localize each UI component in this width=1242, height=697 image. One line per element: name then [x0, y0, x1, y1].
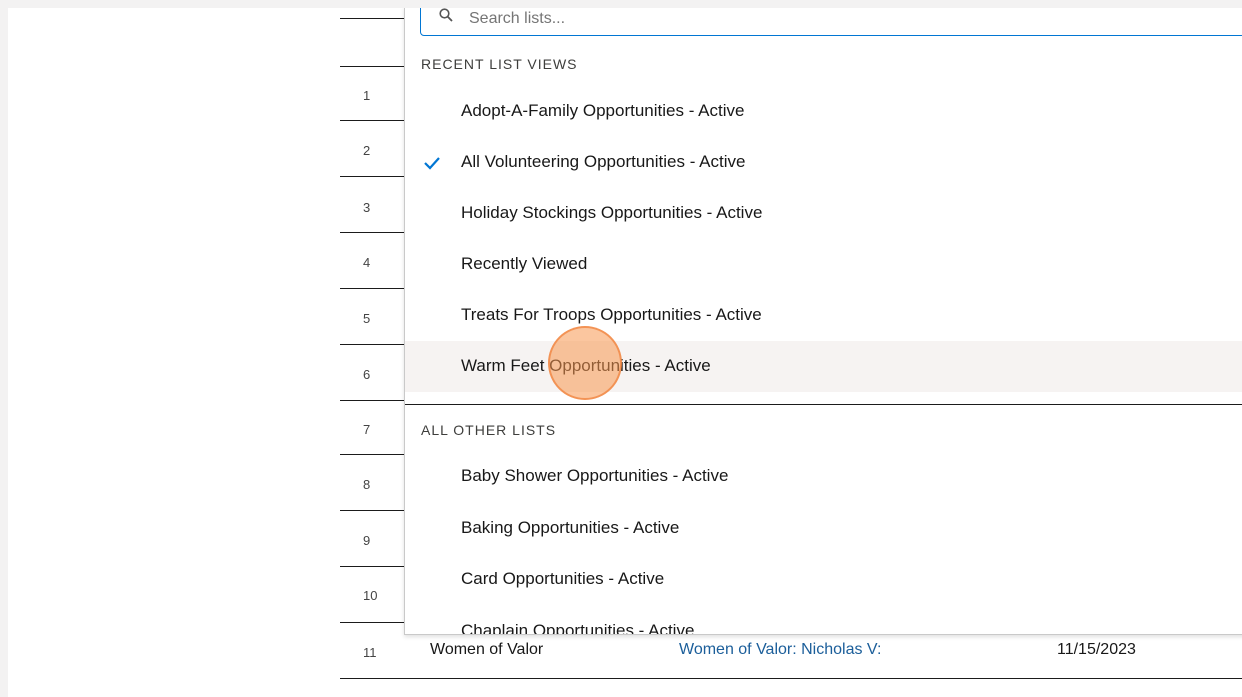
row-number: 7 [363, 422, 371, 437]
list-view-page: 1 2 3 4 5 6 7 8 9 10 11 Women of Valor W… [8, 8, 1242, 697]
list-option-label: Recently Viewed [461, 254, 588, 273]
row-number: 1 [363, 88, 371, 103]
row-number: 9 [363, 533, 371, 548]
check-icon [424, 157, 440, 170]
row-opportunity-link[interactable]: Women of Valor: Nicholas V: [679, 641, 881, 659]
row-number: 8 [363, 477, 371, 492]
all-other-lists-header: ALL OTHER LISTS [421, 422, 557, 438]
list-option-label: Chaplain Opportunities - Active [461, 621, 695, 635]
row-number: 5 [363, 311, 371, 326]
row-name-cell: Women of Valor [430, 641, 544, 658]
list-option-all-volunteering[interactable]: All Volunteering Opportunities - Active [405, 137, 1242, 188]
list-option-label: All Volunteering Opportunities - Active [461, 152, 746, 171]
list-option-recently-viewed[interactable]: Recently Viewed [405, 239, 1242, 290]
click-indicator [548, 326, 622, 400]
recent-list-views-header: RECENT LIST VIEWS [421, 56, 578, 72]
list-option-treats-for-troops[interactable]: Treats For Troops Opportunities - Active [405, 290, 1242, 341]
row-number: 11 [363, 645, 377, 660]
search-icon [439, 8, 453, 22]
list-view-dropdown: RECENT LIST VIEWS Adopt-A-Family Opportu… [404, 8, 1242, 635]
row-number: 4 [363, 255, 371, 270]
row-number: 2 [363, 143, 371, 158]
list-option-baking[interactable]: Baking Opportunities - Active [405, 503, 1242, 554]
section-divider [405, 404, 1242, 405]
list-option-label: Holiday Stockings Opportunities - Active [461, 203, 763, 222]
row-number: 6 [363, 367, 371, 382]
list-option-label: Baking Opportunities - Active [461, 518, 680, 537]
search-box[interactable] [420, 8, 1242, 36]
list-option-label: Treats For Troops Opportunities - Active [461, 305, 762, 324]
list-option-label: Baby Shower Opportunities - Active [461, 466, 729, 485]
list-option-adopt-a-family[interactable]: Adopt-A-Family Opportunities - Active [405, 86, 1242, 137]
list-option-baby-shower[interactable]: Baby Shower Opportunities - Active [405, 451, 1242, 502]
list-option-warm-feet[interactable]: Warm Feet Opportunities - Active [405, 341, 1242, 392]
row-number: 3 [363, 200, 371, 215]
row-number: 10 [363, 588, 378, 603]
list-option-card[interactable]: Card Opportunities - Active [405, 554, 1242, 605]
list-option-holiday-stockings[interactable]: Holiday Stockings Opportunities - Active [405, 188, 1242, 239]
row-date-cell: 11/15/2023 [1057, 641, 1136, 658]
search-input[interactable] [467, 8, 971, 31]
list-option-label: Card Opportunities - Active [461, 569, 665, 588]
list-option-label: Adopt-A-Family Opportunities - Active [461, 101, 745, 120]
list-option-chaplain[interactable]: Chaplain Opportunities - Active [405, 606, 1242, 635]
row-divider [340, 678, 1242, 679]
